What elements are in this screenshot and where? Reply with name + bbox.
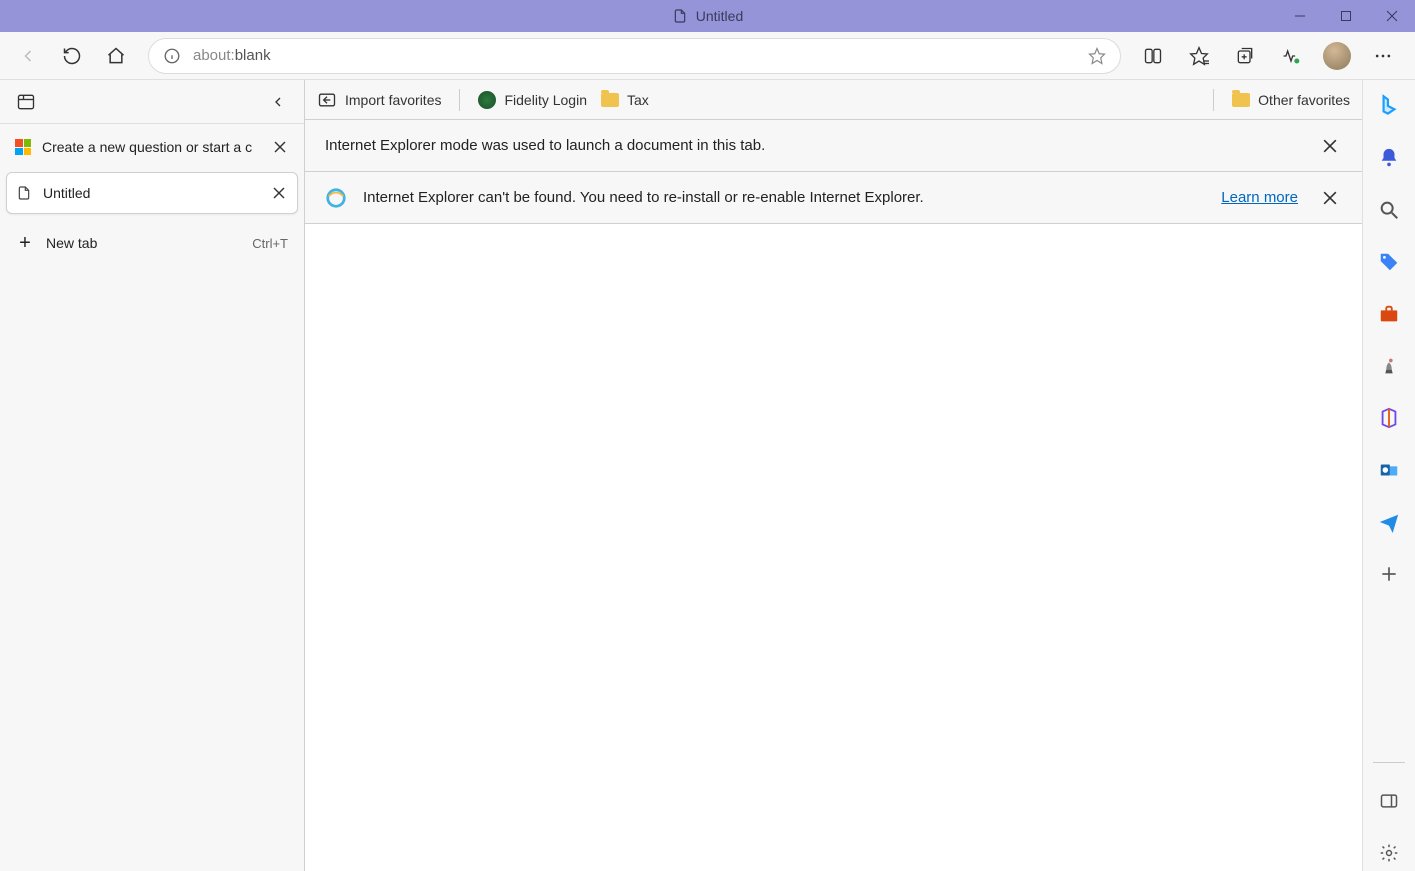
ie-mode-info-bar: Internet Explorer mode was used to launc… [305, 120, 1362, 172]
separator [1213, 89, 1214, 111]
close-window-button[interactable] [1369, 0, 1415, 32]
back-button[interactable] [8, 36, 48, 76]
settings-icon[interactable] [1371, 835, 1407, 871]
minimize-button[interactable] [1277, 0, 1323, 32]
favorites-button[interactable] [1179, 36, 1219, 76]
refresh-button[interactable] [52, 36, 92, 76]
new-tab-label: New tab [46, 235, 97, 251]
home-button[interactable] [96, 36, 136, 76]
window-title: Untitled [696, 8, 743, 24]
close-infobar-button[interactable] [1318, 186, 1342, 210]
close-tab-button[interactable] [269, 183, 289, 203]
add-sidebar-button[interactable] [1371, 556, 1407, 592]
browser-essentials-button[interactable] [1271, 36, 1311, 76]
page-icon [672, 8, 688, 24]
favorite-fidelity[interactable]: Fidelity Login [478, 91, 587, 109]
split-screen-button[interactable] [1133, 36, 1173, 76]
favorites-bar: Import favorites Fidelity Login Tax Othe… [305, 80, 1362, 120]
plus-icon: + [16, 232, 34, 255]
ie-icon [325, 187, 347, 209]
window-titlebar: Untitled [0, 0, 1415, 32]
import-favorites-button[interactable]: Import favorites [317, 90, 441, 110]
avatar [1323, 42, 1351, 70]
new-tab-button[interactable]: + New tab Ctrl+T [6, 222, 298, 264]
page-icon [15, 184, 33, 202]
ie-notfound-info-bar: Internet Explorer can't be found. You ne… [305, 172, 1362, 224]
tab-title: Create a new question or start a c [42, 139, 260, 155]
send-icon[interactable] [1371, 504, 1407, 540]
browser-toolbar: about:blank [0, 32, 1415, 80]
other-favorites-button[interactable]: Other favorites [1232, 92, 1350, 108]
tags-icon[interactable] [1371, 244, 1407, 280]
folder-icon [1232, 93, 1250, 107]
collections-button[interactable] [1225, 36, 1265, 76]
tab-title: Untitled [43, 185, 259, 201]
new-tab-shortcut: Ctrl+T [252, 236, 288, 251]
chess-icon[interactable] [1371, 348, 1407, 384]
ie-notfound-message: Internet Explorer can't be found. You ne… [363, 189, 924, 206]
tab-item[interactable]: Create a new question or start a c [6, 126, 298, 168]
page-content-area: Import favorites Fidelity Login Tax Othe… [305, 80, 1363, 871]
fidelity-icon [478, 91, 496, 109]
profile-button[interactable] [1317, 36, 1357, 76]
page-body [305, 224, 1362, 871]
edge-sidebar [1363, 80, 1415, 871]
favorite-label: Tax [627, 92, 649, 108]
tab-actions-button[interactable] [10, 86, 42, 118]
separator [459, 89, 460, 111]
other-favorites-label: Other favorites [1258, 92, 1350, 108]
search-icon[interactable] [1371, 192, 1407, 228]
favorite-label: Fidelity Login [504, 92, 587, 108]
bing-icon[interactable] [1371, 88, 1407, 124]
sidepane-button[interactable] [1371, 783, 1407, 819]
import-favorites-label: Import favorites [345, 92, 441, 108]
tab-item-active[interactable]: Untitled [6, 172, 298, 214]
learn-more-link[interactable]: Learn more [1221, 189, 1298, 206]
more-menu-button[interactable] [1363, 36, 1403, 76]
close-infobar-button[interactable] [1318, 134, 1342, 158]
collapse-tabs-button[interactable] [262, 86, 294, 118]
m365-icon[interactable] [1371, 400, 1407, 436]
favorite-tax[interactable]: Tax [601, 92, 649, 108]
site-info-icon[interactable] [161, 45, 183, 67]
folder-icon [601, 93, 619, 107]
maximize-button[interactable] [1323, 0, 1369, 32]
outlook-icon[interactable] [1371, 452, 1407, 488]
close-tab-button[interactable] [270, 137, 290, 157]
vertical-tabs-panel: Create a new question or start a c Untit… [0, 80, 305, 871]
address-bar[interactable]: about:blank [148, 38, 1121, 74]
bell-icon[interactable] [1371, 140, 1407, 176]
sidebar-divider [1373, 762, 1405, 763]
microsoft-icon [14, 138, 32, 156]
ie-mode-message: Internet Explorer mode was used to launc… [325, 137, 765, 154]
url-text: about:blank [193, 47, 271, 64]
briefcase-icon[interactable] [1371, 296, 1407, 332]
favorite-star-icon[interactable] [1086, 45, 1108, 67]
import-icon [317, 90, 337, 110]
